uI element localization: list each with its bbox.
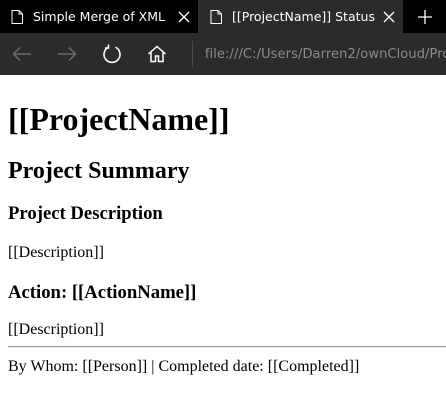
tab-title: [[ProjectName]] Status F — [232, 9, 375, 24]
arrow-left-icon — [12, 46, 32, 62]
page-title: [[ProjectName]] — [8, 101, 230, 137]
close-tab-icon[interactable] — [375, 0, 403, 33]
horizontal-rule — [8, 346, 446, 348]
page-icon — [208, 9, 224, 25]
address-bar[interactable]: file:///C:/Users/Darren2/ownCloud/Proje — [205, 47, 446, 62]
refresh-icon — [103, 44, 122, 64]
plus-icon — [417, 9, 432, 24]
tab-title: Simple Merge of XML ir — [33, 9, 170, 24]
summary-heading: Project Summary — [8, 158, 190, 184]
toolbar-divider — [191, 41, 193, 67]
action-heading: Action: [[ActionName]] — [8, 282, 197, 303]
forward-button[interactable] — [45, 33, 90, 75]
tab-project-status[interactable]: [[ProjectName]] Status F — [199, 0, 403, 33]
action-description-text: [[Description]] — [8, 321, 104, 338]
refresh-button[interactable] — [90, 33, 135, 75]
description-text: [[Description]] — [8, 244, 104, 261]
home-button[interactable] — [135, 33, 180, 75]
home-icon — [148, 45, 167, 63]
arrow-right-icon — [58, 46, 78, 62]
completion-footer: By Whom: [[Person]] | Completed date: [[… — [8, 358, 360, 375]
back-button[interactable] — [0, 33, 45, 75]
description-heading: Project Description — [8, 203, 163, 224]
page-content: [[ProjectName]] Project Summary Project … — [0, 75, 446, 410]
close-tab-icon[interactable] — [170, 0, 198, 33]
tab-simple-merge[interactable]: Simple Merge of XML ir — [0, 0, 199, 33]
new-tab-button[interactable] — [403, 0, 446, 33]
page-icon — [9, 9, 25, 25]
navigation-bar: file:///C:/Users/Darren2/ownCloud/Proje — [0, 33, 446, 75]
tab-strip: Simple Merge of XML ir [[ProjectName]] S… — [0, 0, 446, 33]
